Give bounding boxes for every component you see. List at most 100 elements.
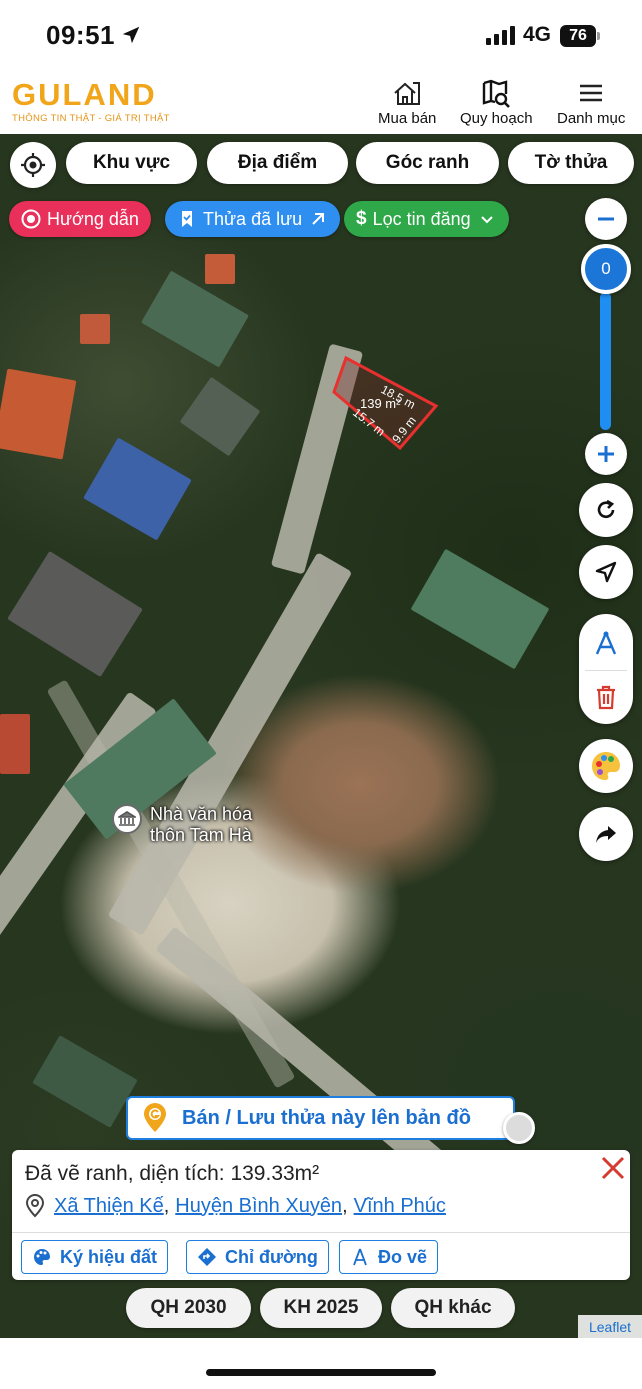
palette-icon	[592, 752, 620, 780]
compass-draw-icon	[595, 631, 617, 655]
land-symbol-button[interactable]: Ký hiệu đất	[21, 1240, 169, 1274]
roof	[32, 1035, 138, 1128]
drawn-plot-polygon[interactable]: 18.5 m 139 m² 15.7 m 9.9 m	[330, 356, 440, 456]
plan-other-button[interactable]: QH khác	[391, 1288, 515, 1328]
filter-corner-button[interactable]: Góc ranh	[356, 142, 499, 184]
filter-sheet-button[interactable]: Tờ thửa	[508, 142, 634, 184]
battery-tip	[597, 32, 600, 40]
measure-label: Đo vẽ	[378, 1246, 428, 1267]
roof	[410, 548, 550, 670]
nav-menu[interactable]: Danh mục	[557, 78, 625, 127]
navigate-button[interactable]	[579, 545, 633, 599]
address-commune-link[interactable]: Xã Thiện Kế	[54, 1195, 164, 1218]
share-button[interactable]	[579, 807, 633, 861]
navigation-arrow-icon	[595, 561, 617, 583]
signal-icon	[486, 26, 515, 45]
directions-button[interactable]: Chỉ đường	[186, 1240, 329, 1274]
refresh-icon	[597, 499, 615, 519]
leaflet-attribution[interactable]: Leaflet	[578, 1315, 642, 1338]
roof	[83, 437, 192, 541]
saved-plots-label: Thửa đã lưu	[203, 208, 303, 229]
sell-save-label: Bán / Lưu thửa này lên bản đồ	[182, 1106, 471, 1129]
measure-button[interactable]: Đo vẽ	[339, 1240, 439, 1274]
nav-label: Quy hoạch	[460, 110, 533, 127]
roof	[0, 714, 30, 774]
delete-drawing-button[interactable]	[579, 674, 633, 720]
poi-name-line2: thôn Tam Hà	[150, 825, 252, 845]
address-district-link[interactable]: Huyện Bình Xuyên	[175, 1195, 342, 1218]
address-separator: ,	[163, 1194, 170, 1217]
home-indicator[interactable]	[206, 1369, 436, 1376]
battery-icon: 76	[560, 25, 596, 47]
divider	[12, 1232, 630, 1233]
roof	[0, 368, 77, 460]
divider	[585, 670, 627, 671]
filter-place-button[interactable]: Địa điểm	[207, 142, 348, 184]
map-pin-icon	[25, 1194, 45, 1218]
plot-area-label: 139 m²	[360, 396, 401, 411]
filter-area-button[interactable]: Khu vực	[66, 142, 197, 184]
map-marker[interactable]	[503, 1112, 535, 1144]
dollar-icon: $	[356, 208, 367, 229]
plot-info-title: Đã vẽ ranh, diện tích: 139.33m²	[25, 1162, 320, 1185]
directions-icon	[198, 1248, 216, 1266]
roof	[7, 550, 143, 678]
guide-pill[interactable]: Hướng dẫn	[9, 201, 151, 237]
logo-slogan: THÔNG TIN THẬT - GIÁ TRỊ THẬT	[12, 113, 170, 124]
app-header: GULAND THÔNG TIN THẬT - GIÁ TRỊ THẬT Mua…	[0, 70, 642, 134]
share-arrow-icon	[596, 826, 616, 843]
guland-pin-icon	[144, 1103, 166, 1132]
location-arrow-icon	[122, 26, 140, 44]
sell-save-plot-button[interactable]: Bán / Lưu thửa này lên bản đồ	[126, 1096, 515, 1140]
plot-address: Xã Thiện Kế, Huyện Bình Xuyên, Vĩnh Phúc	[24, 1194, 446, 1218]
zoom-slider-track[interactable]	[600, 292, 611, 430]
trash-icon	[597, 685, 615, 710]
address-separator: ,	[342, 1194, 348, 1217]
network-type: 4G	[523, 23, 552, 46]
plan-2030-button[interactable]: QH 2030	[126, 1288, 251, 1328]
status-bar: 09:51 4G 76	[0, 0, 642, 70]
palette-icon	[34, 1249, 50, 1265]
plot-info-panel: Đã vẽ ranh, diện tích: 139.33m² Xã Thiện…	[12, 1150, 630, 1280]
chevron-down-icon	[480, 216, 493, 224]
directions-label: Chỉ đường	[225, 1246, 318, 1267]
nav-planning[interactable]: Quy hoạch	[460, 78, 533, 127]
guide-label: Hướng dẫn	[47, 208, 139, 229]
zoom-in-button[interactable]	[585, 433, 627, 475]
clock: 09:51	[46, 20, 115, 50]
draw-tool-button[interactable]	[579, 620, 633, 668]
zoom-slider-knob[interactable]: 0	[581, 244, 631, 294]
zoom-out-button[interactable]	[585, 198, 627, 240]
house-icon	[394, 82, 421, 105]
logo-brand: GULAND	[12, 77, 157, 112]
poi-cultural-house[interactable]: Nhà văn hóa thôn Tam Hà	[112, 804, 252, 846]
roof	[179, 376, 261, 457]
arrow-up-right-icon	[312, 213, 325, 225]
listing-filter-pill[interactable]: $ Lọc tin đăng	[344, 201, 509, 237]
poi-name: Nhà văn hóa thôn Tam Hà	[150, 804, 252, 846]
refresh-button[interactable]	[579, 483, 633, 537]
play-circle-icon	[21, 209, 41, 229]
close-icon[interactable]	[598, 1153, 628, 1183]
plan-2025-button[interactable]: KH 2025	[260, 1288, 382, 1328]
draw-tools-group	[579, 614, 633, 724]
nav-label: Danh mục	[557, 110, 626, 127]
nav-buy-sell[interactable]: Mua bán	[378, 78, 436, 127]
building-icon	[112, 804, 142, 834]
address-province-link[interactable]: Vĩnh Phúc	[354, 1195, 446, 1218]
saved-plots-pill[interactable]: Thửa đã lưu	[165, 201, 341, 237]
crosshair-icon	[21, 153, 45, 177]
land-symbol-label: Ký hiệu đất	[60, 1246, 158, 1267]
map-search-icon	[483, 79, 511, 108]
roof	[205, 254, 235, 284]
listing-filter-label: Lọc tin đăng	[372, 208, 471, 229]
hamburger-icon	[580, 84, 603, 102]
locate-button[interactable]	[10, 142, 56, 188]
logo[interactable]: GULAND THÔNG TIN THẬT - GIÁ TRỊ THẬT	[12, 77, 170, 124]
bookmark-icon	[182, 211, 192, 227]
roof	[80, 314, 110, 344]
roof	[141, 270, 249, 368]
nav-label: Mua bán	[378, 110, 437, 127]
map-style-button[interactable]	[579, 739, 633, 793]
minus-icon	[598, 217, 614, 221]
